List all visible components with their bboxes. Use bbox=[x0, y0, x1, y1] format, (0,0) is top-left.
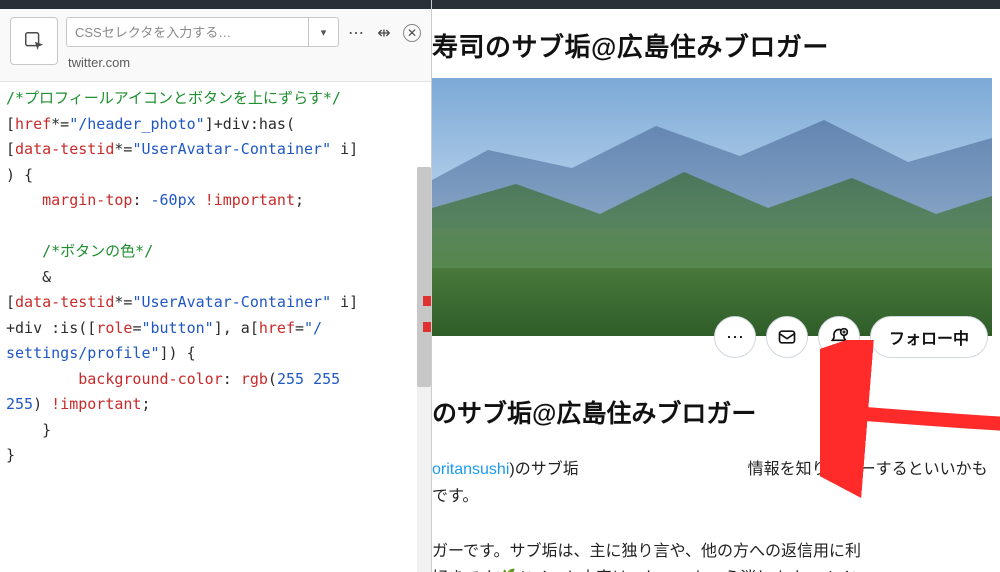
profile-display-name: のサブ垢@広島住みブロガー bbox=[432, 394, 1000, 430]
site-label: twitter.com bbox=[66, 55, 339, 70]
bell-plus-icon bbox=[829, 327, 849, 347]
chevron-down-icon: ▾ bbox=[321, 26, 327, 39]
profile-banner[interactable] bbox=[432, 78, 992, 336]
follow-button[interactable]: フォロー中 bbox=[870, 316, 988, 358]
more-button[interactable]: ⋯ bbox=[714, 316, 756, 358]
dock-side-icon[interactable]: ⇹ bbox=[375, 23, 393, 43]
page-preview: 寿司のサブ垢@広島住みブロガー ⋯ フォロー中 bbox=[432, 0, 1000, 572]
bio-link[interactable]: oritansushi bbox=[432, 461, 509, 478]
close-icon[interactable]: ✕ bbox=[403, 24, 421, 42]
element-picker-icon bbox=[23, 30, 45, 52]
message-button[interactable] bbox=[766, 316, 808, 358]
devtools-toolbar: ▾ twitter.com ⋯ ⇹ ✕ bbox=[0, 9, 431, 82]
dots-icon: ⋯ bbox=[726, 327, 744, 348]
css-code-editor[interactable]: /*プロフィールアイコンとボタンを上にずらす*/ [href*="/header… bbox=[0, 82, 431, 572]
element-picker-button[interactable] bbox=[10, 17, 58, 65]
notify-button[interactable] bbox=[818, 316, 860, 358]
devtools-pane: ▾ twitter.com ⋯ ⇹ ✕ /*プロフィールアイコンとボタンを上にず… bbox=[0, 0, 432, 572]
page-title: 寿司のサブ垢@広島住みブロガー bbox=[432, 9, 1000, 68]
selector-dropdown-button[interactable]: ▾ bbox=[309, 17, 339, 47]
code-content: /*プロフィールアイコンとボタンを上にずらす*/ [href*="/header… bbox=[6, 86, 427, 469]
envelope-icon bbox=[777, 327, 797, 347]
more-icon[interactable]: ⋯ bbox=[347, 23, 365, 43]
profile-actions: ⋯ フォロー中 bbox=[714, 316, 988, 358]
profile-bio: oritansushi)のサブ垢 情報を知りたいーするといいかもです。 ガーです… bbox=[432, 456, 1000, 572]
scrollbar[interactable] bbox=[417, 167, 431, 572]
css-selector-input[interactable] bbox=[66, 17, 309, 47]
